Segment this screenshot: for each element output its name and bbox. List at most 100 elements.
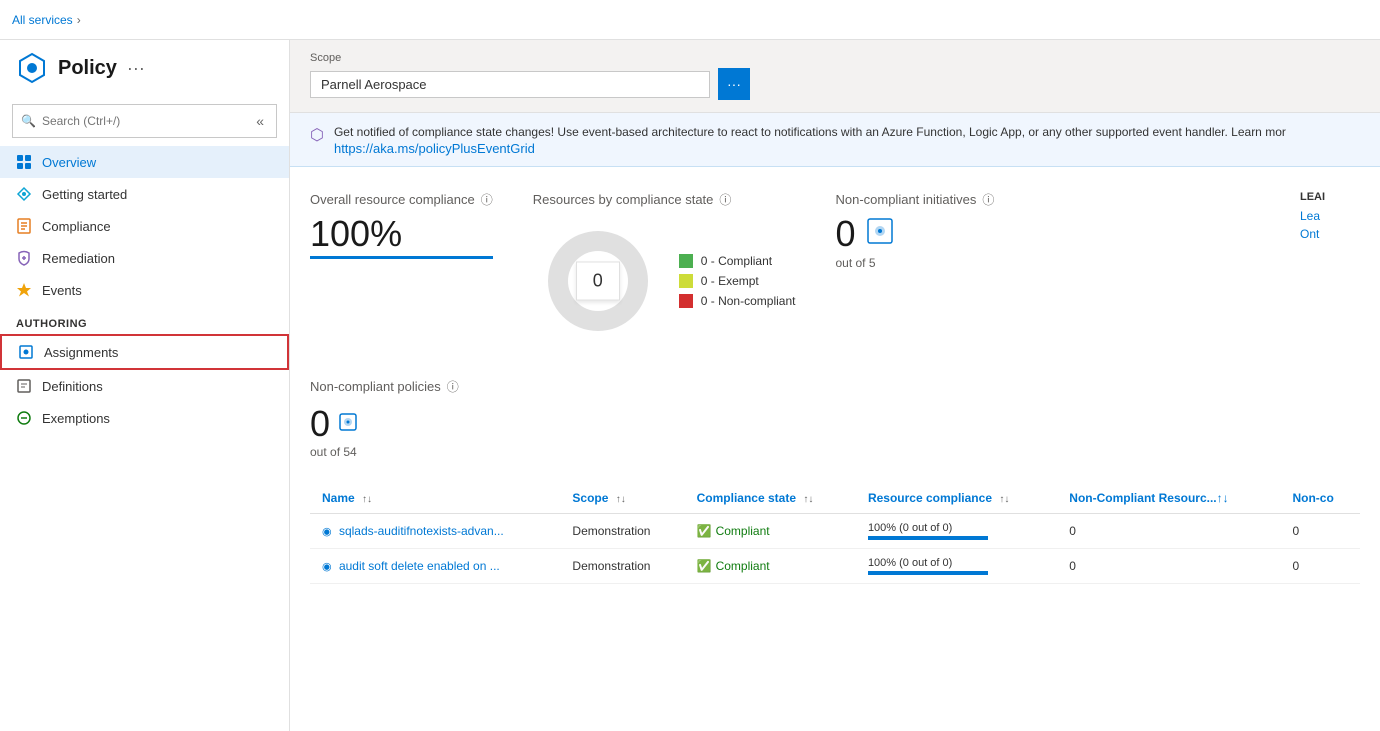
- col-header-non-co[interactable]: Non-co: [1280, 483, 1360, 514]
- remediation-icon: [16, 250, 32, 266]
- legend-non-compliant: 0 - Non-compliant: [679, 294, 796, 308]
- scope-button[interactable]: ···: [718, 68, 750, 100]
- learn-section: LEAI Lea Ont: [1300, 191, 1360, 241]
- compliance-state-sort-icon: ↑↓: [803, 494, 813, 505]
- row-2-non-co: 0: [1280, 549, 1360, 584]
- metrics-row: Overall resource compliance ⓘ 100% Resou…: [310, 191, 1360, 346]
- definitions-icon: [16, 378, 32, 394]
- sidebar: Policy ··· 🔍 « Overview: [0, 40, 290, 731]
- notification-text-container: Get notified of compliance state changes…: [334, 123, 1286, 156]
- collapse-button[interactable]: «: [252, 109, 268, 133]
- policies-icon: [338, 412, 358, 437]
- sidebar-header: Policy ···: [0, 40, 289, 96]
- getting-started-icon: [16, 186, 32, 202]
- assignments-icon: [18, 344, 34, 360]
- col-header-compliance-state[interactable]: Compliance state ↑↓: [685, 483, 856, 514]
- sidebar-item-label-events: Events: [42, 283, 82, 298]
- sidebar-item-exemptions[interactable]: Exemptions: [0, 402, 289, 434]
- row-2-scope: Demonstration: [560, 549, 684, 584]
- scope-btn-icon: ···: [727, 76, 741, 92]
- initiatives-value-row: 0: [835, 216, 994, 252]
- sidebar-item-label-exemptions: Exemptions: [42, 411, 110, 426]
- row-2-compliant-badge: ✅ Compliant: [697, 559, 844, 573]
- col-header-scope[interactable]: Scope ↑↓: [560, 483, 684, 514]
- search-box: 🔍 «: [12, 104, 277, 138]
- non-compliant-initiatives-metric: Non-compliant initiatives ⓘ 0 out of 5: [835, 191, 994, 270]
- breadcrumb-all-services[interactable]: All services: [12, 13, 73, 27]
- col-header-resource-compliance[interactable]: Resource compliance ↑↓: [856, 483, 1057, 514]
- row-2-name-link[interactable]: audit soft delete enabled on ...: [339, 559, 500, 573]
- resources-legend: 0 - Compliant 0 - Exempt 0 - Non-complia…: [679, 254, 796, 308]
- scope-input-row: ···: [310, 68, 1360, 100]
- notification-icon: ⬡: [310, 125, 324, 145]
- compliance-icon: [16, 218, 32, 234]
- row-1-compliance-state: ✅ Compliant: [685, 514, 856, 549]
- table-row: ◉ sqlads-auditifnotexists-advan... Demon…: [310, 514, 1360, 549]
- sidebar-title: Policy: [58, 57, 117, 80]
- overall-compliance-title: Overall resource compliance ⓘ: [310, 191, 493, 208]
- col-header-name[interactable]: Name ↑↓: [310, 483, 560, 514]
- search-input[interactable]: [42, 114, 246, 128]
- initiatives-out-of: out of 5: [835, 256, 994, 270]
- assignments-table: Name ↑↓ Scope ↑↓ Compliance state ↑↓: [310, 483, 1360, 584]
- search-icon: 🔍: [21, 114, 36, 128]
- breadcrumb-chevron: ›: [77, 13, 81, 27]
- main-content: Scope ··· ⬡ Get notified of compliance s…: [290, 40, 1380, 731]
- legend-exempt-label: 0 - Exempt: [701, 274, 759, 288]
- row-1-name-link[interactable]: sqlads-auditifnotexists-advan...: [339, 524, 504, 538]
- sidebar-item-getting-started[interactable]: Getting started: [0, 178, 289, 210]
- row-2-progress-fill: [868, 571, 988, 575]
- learn-link-1[interactable]: Lea: [1300, 209, 1360, 223]
- overall-compliance-metric: Overall resource compliance ⓘ 100%: [310, 191, 493, 259]
- table-body: ◉ sqlads-auditifnotexists-advan... Demon…: [310, 514, 1360, 584]
- sidebar-item-label-definitions: Definitions: [42, 379, 103, 394]
- initiatives-title: Non-compliant initiatives ⓘ: [835, 191, 994, 208]
- overview-icon: [16, 154, 32, 170]
- donut-center-value: 0: [576, 262, 620, 301]
- table-section: Name ↑↓ Scope ↑↓ Compliance state ↑↓: [310, 483, 1360, 584]
- legend-non-compliant-label: 0 - Non-compliant: [701, 294, 796, 308]
- overall-compliance-value: 100%: [310, 216, 493, 252]
- sidebar-item-definitions[interactable]: Definitions: [0, 370, 289, 402]
- row-1-compliant-icon: ✅: [697, 524, 712, 538]
- col-header-non-compliant-resources[interactable]: Non-Compliant Resourc...↑↓: [1057, 483, 1280, 514]
- policies-title: Non-compliant policies ⓘ: [310, 378, 1360, 395]
- sidebar-item-events[interactable]: Events: [0, 274, 289, 306]
- row-1-compliant-badge: ✅ Compliant: [697, 524, 844, 538]
- resources-by-state-info-icon[interactable]: ⓘ: [719, 191, 731, 208]
- row-1-icon: ◉: [322, 526, 332, 538]
- initiatives-info-icon[interactable]: ⓘ: [982, 191, 994, 208]
- sidebar-item-overview[interactable]: Overview: [0, 146, 289, 178]
- overall-compliance-info-icon[interactable]: ⓘ: [481, 191, 493, 208]
- sidebar-item-assignments[interactable]: Assignments: [0, 334, 289, 370]
- sidebar-ellipsis[interactable]: ···: [127, 58, 145, 79]
- row-1-progress-bg: [868, 536, 988, 540]
- policies-out-of: out of 54: [310, 445, 1360, 459]
- resources-by-state-metric: Resources by compliance state ⓘ 0: [533, 191, 796, 346]
- scope-input[interactable]: [310, 71, 710, 98]
- row-2-non-compliant-resources: 0: [1057, 549, 1280, 584]
- notification-link[interactable]: https://aka.ms/policyPlusEventGrid: [334, 141, 535, 156]
- policy-logo: [16, 52, 48, 84]
- initiatives-icon: [866, 217, 894, 251]
- row-1-non-compliant-resources: 0: [1057, 514, 1280, 549]
- content-area: Overall resource compliance ⓘ 100% Resou…: [290, 167, 1380, 608]
- sidebar-item-remediation[interactable]: Remediation: [0, 242, 289, 274]
- sidebar-item-label-remediation: Remediation: [42, 251, 115, 266]
- sidebar-item-compliance[interactable]: Compliance: [0, 210, 289, 242]
- row-2-progress-text: 100% (0 out of 0): [868, 557, 988, 569]
- sidebar-search-container: 🔍 «: [0, 96, 289, 146]
- exemptions-icon: [16, 410, 32, 426]
- donut-chart: 0: [533, 216, 663, 346]
- legend-compliant-color: [679, 254, 693, 268]
- sidebar-item-label-assignments: Assignments: [44, 345, 118, 360]
- authoring-label: Authoring: [0, 306, 289, 334]
- scope-bar: Scope ···: [290, 40, 1380, 113]
- learn-link-2[interactable]: Ont: [1300, 227, 1360, 241]
- legend-exempt: 0 - Exempt: [679, 274, 796, 288]
- initiatives-value: 0: [835, 216, 855, 252]
- notification-text: Get notified of compliance state changes…: [334, 125, 1286, 139]
- row-1-resource-compliance: 100% (0 out of 0): [856, 514, 1057, 549]
- legend-exempt-color: [679, 274, 693, 288]
- policies-info-icon[interactable]: ⓘ: [447, 378, 459, 395]
